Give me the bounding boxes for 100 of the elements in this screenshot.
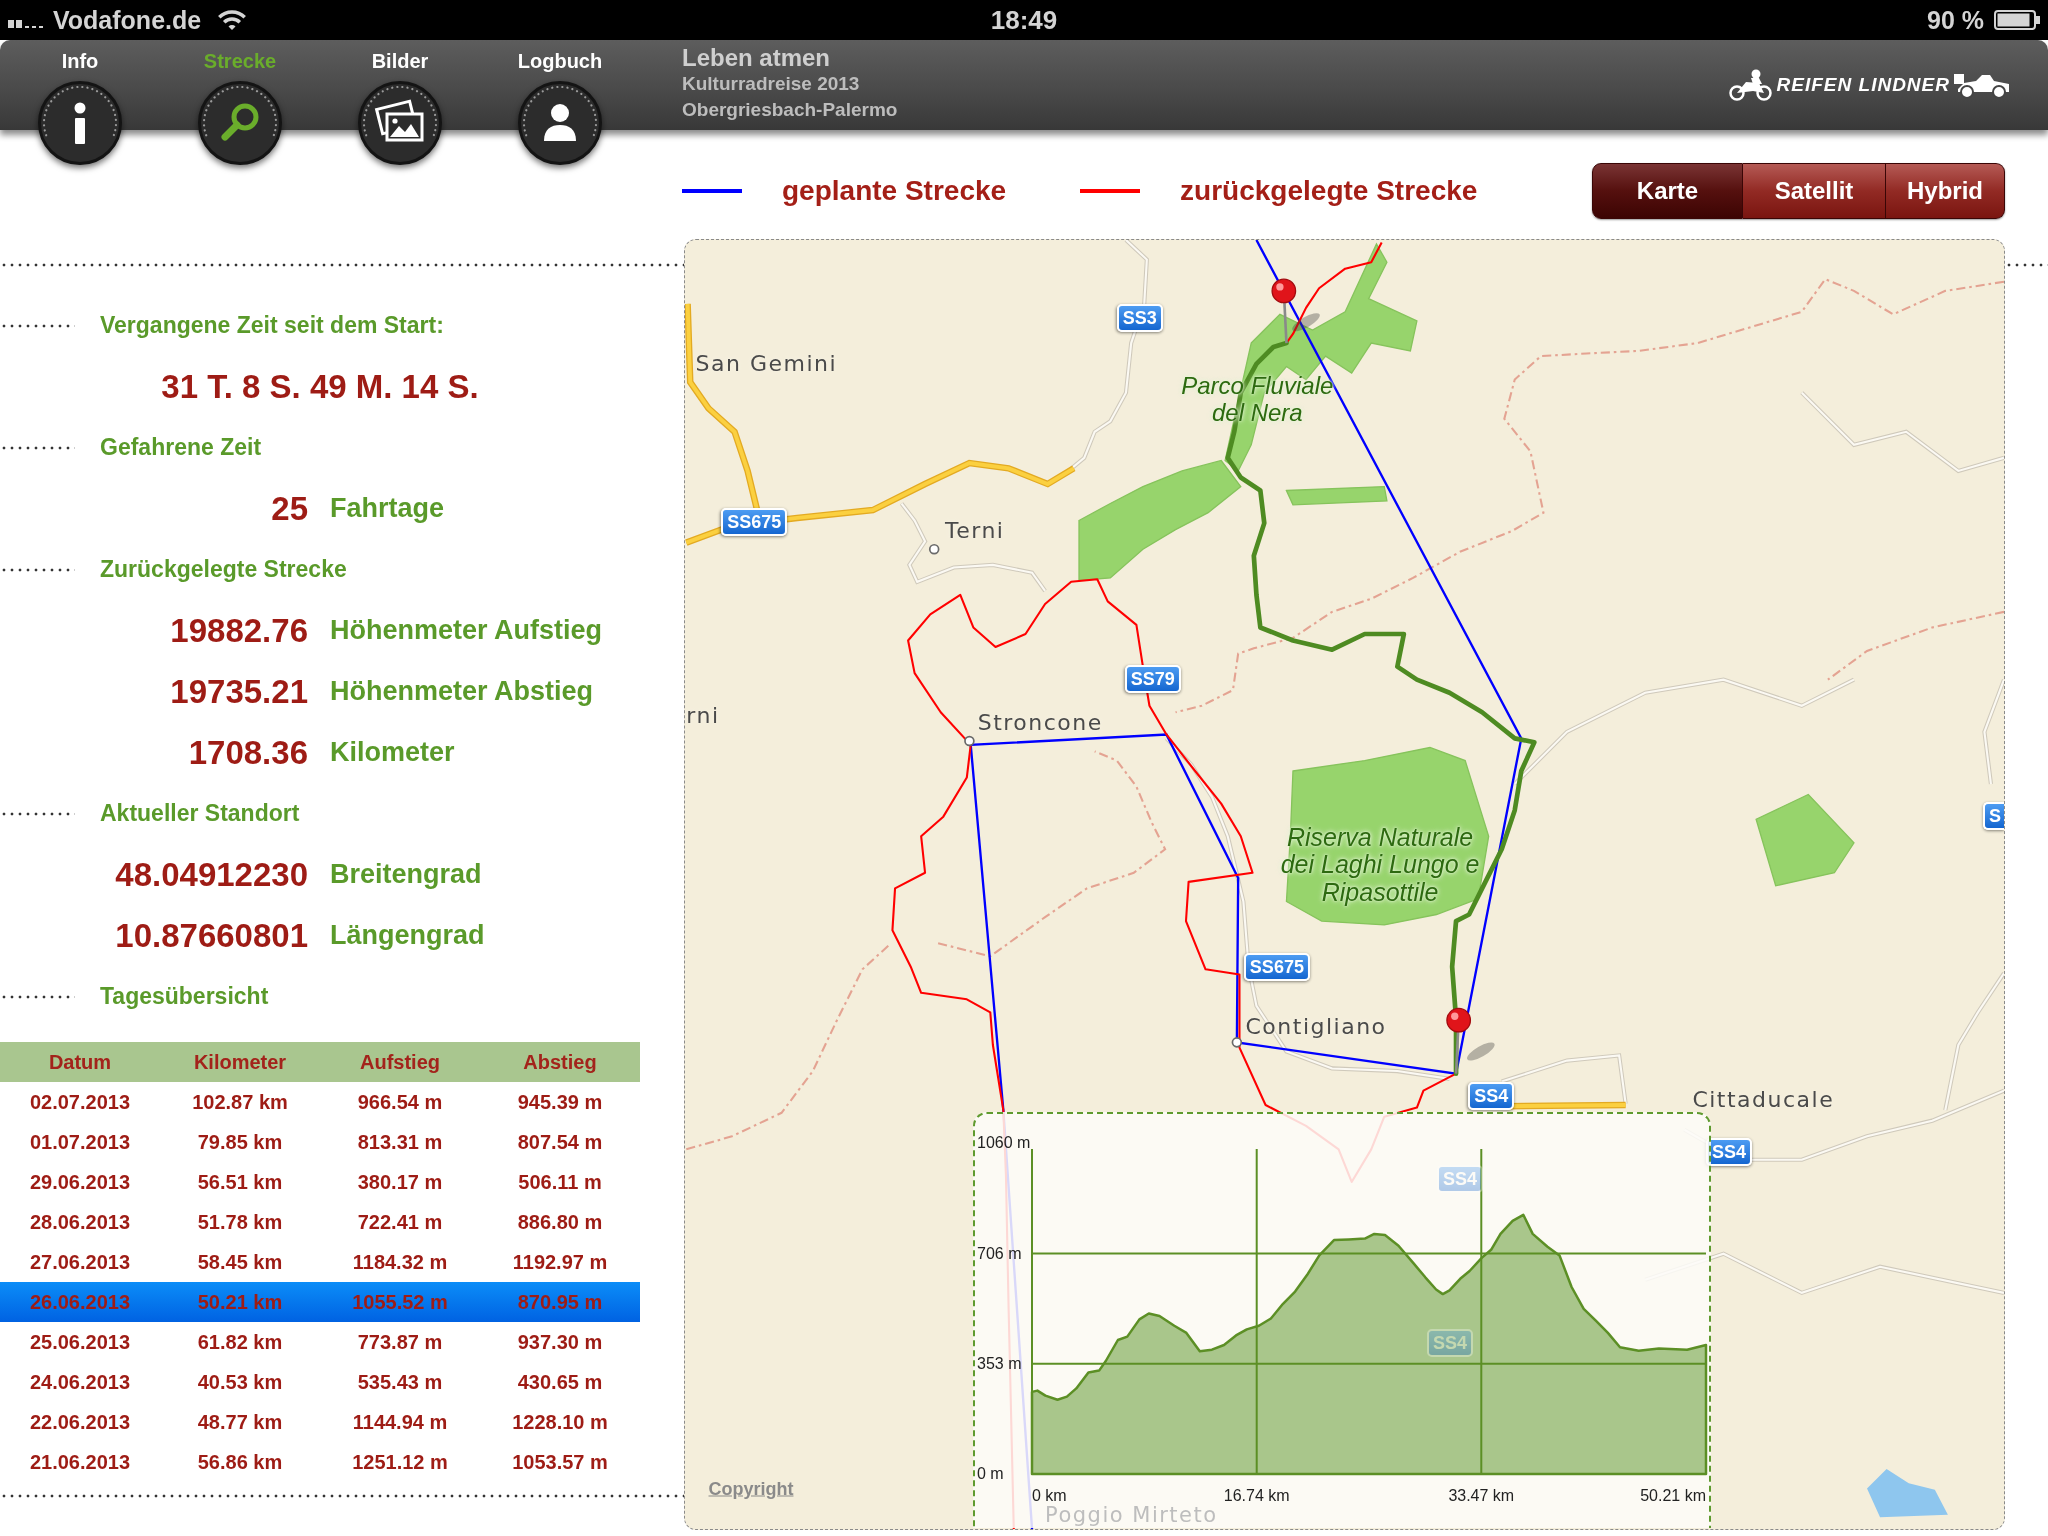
town-marker-icon [964,735,975,747]
stat-label: Breitengrad [330,859,482,890]
table-cell-text: 535.43 m [356,1370,444,1394]
table-cell-text: 56.86 km [196,1450,284,1474]
table-cell-text: 58.45 km [196,1250,284,1274]
map-type-segment[interactable]: Satellit [1743,163,1886,219]
column-header: Datum [47,1050,113,1074]
carrier-name: Vodafone.de [53,5,202,35]
section-heading: Zurückgelegte Strecke [100,556,347,583]
road-badge: SS4 [1468,1081,1515,1110]
trip-title: Leben atmen [682,45,832,71]
table-cell-text: 21.06.2013 [28,1450,132,1474]
section-heading: Gefahrene Zeit [100,434,262,461]
trip-subtitle: Kulturradreise 2013 [682,72,861,96]
section-heading: Tagesübersicht [100,983,269,1010]
table-cell-text: 1055.52 m [351,1290,449,1314]
table-cell-text: 51.78 km [196,1210,284,1234]
nav-tab[interactable]: Info [0,40,160,166]
table-cell-text: 40.53 km [196,1370,284,1394]
axis-tick-label: 1060 m [977,1134,1031,1151]
road-badge: S [1983,802,2004,831]
nav-tab[interactable]: Logbuch [480,40,640,166]
map-pin-icon [1446,1007,1495,1074]
nav-tab[interactable]: Bilder [320,40,480,166]
stat-value: 1708.36 [188,733,308,772]
person-icon [518,81,602,165]
road-badge: SS3 [1116,304,1163,333]
stat-label: Höhenmeter Aufstieg [330,615,603,646]
table-cell-text: 1144.94 m [351,1410,449,1434]
map-type-segment[interactable]: Hybrid [1886,163,2005,219]
wifi-icon [217,9,248,31]
map-type-segment[interactable]: Karte [1592,163,1743,219]
stat-value: 19882.76 [170,611,308,650]
table-cell-text: 966.54 m [356,1090,444,1114]
stat-label: Höhenmeter Abstieg [330,676,594,707]
table-cell-text: 886.80 m [516,1210,604,1234]
place-label: rni [686,703,720,728]
table-cell-text: 29.06.2013 [28,1170,132,1194]
map-pin-icon [1271,278,1320,344]
town-marker-icon [1231,1037,1243,1048]
table-cell-text: 22.06.2013 [28,1410,132,1434]
battery-icon [1994,10,2040,30]
table-cell-text: 807.54 m [516,1130,604,1154]
table-cell-text: 945.39 m [516,1090,604,1114]
road-badge: SS4 [1427,1329,1473,1357]
search-icon [198,81,282,165]
table-cell-text: 61.82 km [196,1330,284,1354]
table-cell-text: 1192.97 m [511,1250,609,1274]
legend-label: zurückgelegte Strecke [1180,175,1478,207]
road-badge: SS675 [1243,952,1310,981]
section-heading: Vergangene Zeit seit dem Start: [100,312,444,339]
table-cell-text: 56.51 km [196,1170,284,1194]
info-icon [38,81,122,165]
signal-icon [8,20,43,28]
axis-tick-label: 706 m [977,1244,1022,1262]
table-cell-text: 937.30 m [516,1330,604,1354]
stat-label: Kilometer [330,737,455,768]
table-cell-text: 380.17 m [356,1170,444,1194]
stat-value: 19735.21 [170,672,308,711]
axis-tick-label: 353 m [977,1354,1022,1372]
axis-tick-label: 0 km [1032,1487,1067,1504]
clock-time: 18:49 [990,4,1058,36]
place-label: Poggio Mirteto [1045,1505,1218,1526]
axis-tick-label: 33.47 km [1448,1487,1515,1504]
table-cell-text: 48.77 km [196,1410,284,1434]
town-marker-icon [928,543,940,555]
table-cell-text: 102.87 km [191,1090,289,1114]
battery-percentage: 90 % [1927,5,1984,35]
stat-value: 48.04912230 [115,855,308,894]
table-cell-text: 870.95 m [516,1290,604,1314]
table-cell-text: 430.65 m [516,1370,604,1394]
table-cell-text: 1251.12 m [351,1450,449,1474]
column-header: Aufstieg [359,1050,441,1074]
stat-label: Fahrtage [330,493,445,524]
race-car-icon [1954,71,2010,99]
table-cell-text: 25.06.2013 [28,1330,132,1354]
motorcycle-icon [1728,69,1773,101]
table-cell-text: 79.85 km [196,1130,284,1154]
table-cell-text: 1053.57 m [511,1450,609,1474]
place-label: Contigliano [1245,1014,1387,1039]
place-label: Stroncone [977,711,1103,736]
column-header: Abstieg [522,1050,598,1074]
table-cell-text: 773.87 m [356,1330,444,1354]
map-view[interactable] [684,239,2005,1530]
column-header: Kilometer [192,1050,288,1074]
table-cell-text: 01.07.2013 [28,1130,132,1154]
legend-label: geplante Strecke [782,175,1007,207]
table-cell-text: 506.11 m [517,1170,603,1194]
table-cell-text: 26.06.2013 [28,1290,132,1314]
road-badge: SS4 [1437,1165,1483,1193]
stat-label: Längengrad [330,920,485,951]
place-label: Terni [945,519,1005,544]
table-cell-text: 722.41 m [356,1210,444,1234]
axis-tick-label: 50.21 km [1640,1487,1706,1504]
logo-text: REIFEN LINDNER [1776,74,1950,96]
trip-route: Obergriesbach-Palermo [682,98,898,122]
section-heading: Aktueller Standort [100,800,300,827]
road-badge: SS79 [1124,665,1181,693]
table-cell-text: 28.06.2013 [28,1210,132,1234]
table-cell-text: 1184.32 m [351,1250,449,1274]
